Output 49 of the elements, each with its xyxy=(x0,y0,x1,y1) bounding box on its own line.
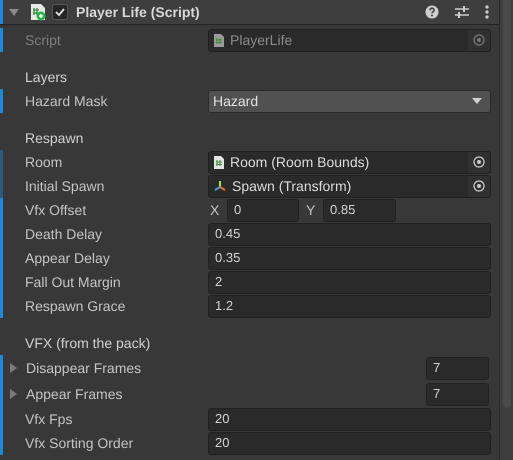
number-field[interactable]: 0.35 xyxy=(208,246,491,270)
number-field[interactable]: 1.2 xyxy=(208,294,491,318)
foldout-icon[interactable] xyxy=(8,363,18,373)
field-label: Room xyxy=(25,152,64,172)
section-heading: Respawn xyxy=(25,128,84,148)
field-label: Vfx Offset xyxy=(25,200,88,220)
foldout-icon[interactable] xyxy=(8,6,20,18)
component-title: Player Life (Script) xyxy=(76,2,201,22)
field-label: Hazard Mask xyxy=(25,92,108,110)
field-label: Appear Delay xyxy=(25,248,111,268)
number-field[interactable]: 2 xyxy=(208,270,491,294)
script-icon xyxy=(30,3,46,21)
number-field[interactable]: 0.85 xyxy=(323,198,396,222)
caret-icon xyxy=(472,98,482,104)
number-field[interactable]: 20 xyxy=(208,432,491,454)
settings-icon[interactable] xyxy=(455,5,469,19)
dropdown[interactable]: Hazard xyxy=(208,90,491,112)
script-file-icon xyxy=(214,34,224,46)
object-picker-icon xyxy=(473,156,485,168)
field-label: Respawn Grace xyxy=(25,296,126,316)
section-heading: Layers xyxy=(25,68,68,87)
object-picker-icon xyxy=(473,180,485,192)
field-label: Vfx Sorting Order xyxy=(25,434,134,453)
axis-label: Y xyxy=(306,200,316,220)
field-label: Death Delay xyxy=(25,224,104,244)
field-label: Vfx Fps xyxy=(25,410,74,429)
more-options-icon[interactable] xyxy=(485,5,489,19)
field-label: Initial Spawn xyxy=(25,176,106,196)
number-field[interactable]: 0 xyxy=(227,198,299,222)
axis-label: X xyxy=(210,200,220,220)
field-label: Appear Frames xyxy=(26,384,124,404)
field-label: Script xyxy=(25,30,62,50)
checkmark-icon xyxy=(55,7,65,17)
object-field[interactable]: Spawn (Transform) xyxy=(208,174,491,198)
enabled-checkbox[interactable] xyxy=(52,4,68,20)
number-field[interactable]: 0.45 xyxy=(208,222,491,246)
foldout-icon[interactable] xyxy=(8,389,18,399)
help-icon[interactable] xyxy=(425,5,439,19)
axes-icon xyxy=(214,180,226,192)
count-field[interactable]: 7 xyxy=(426,382,489,406)
field-label: Disappear Frames xyxy=(26,358,142,378)
count-field[interactable]: 7 xyxy=(426,356,489,380)
object-field[interactable]: Room (Room Bounds) xyxy=(208,150,491,174)
object-picker-icon xyxy=(473,34,485,46)
script-file-icon xyxy=(214,156,224,168)
section-heading: VFX (from the pack) xyxy=(25,334,150,353)
scrollbar[interactable] xyxy=(499,0,513,460)
number-field[interactable]: 20 xyxy=(208,408,491,430)
field-label: Fall Out Margin xyxy=(25,272,122,292)
